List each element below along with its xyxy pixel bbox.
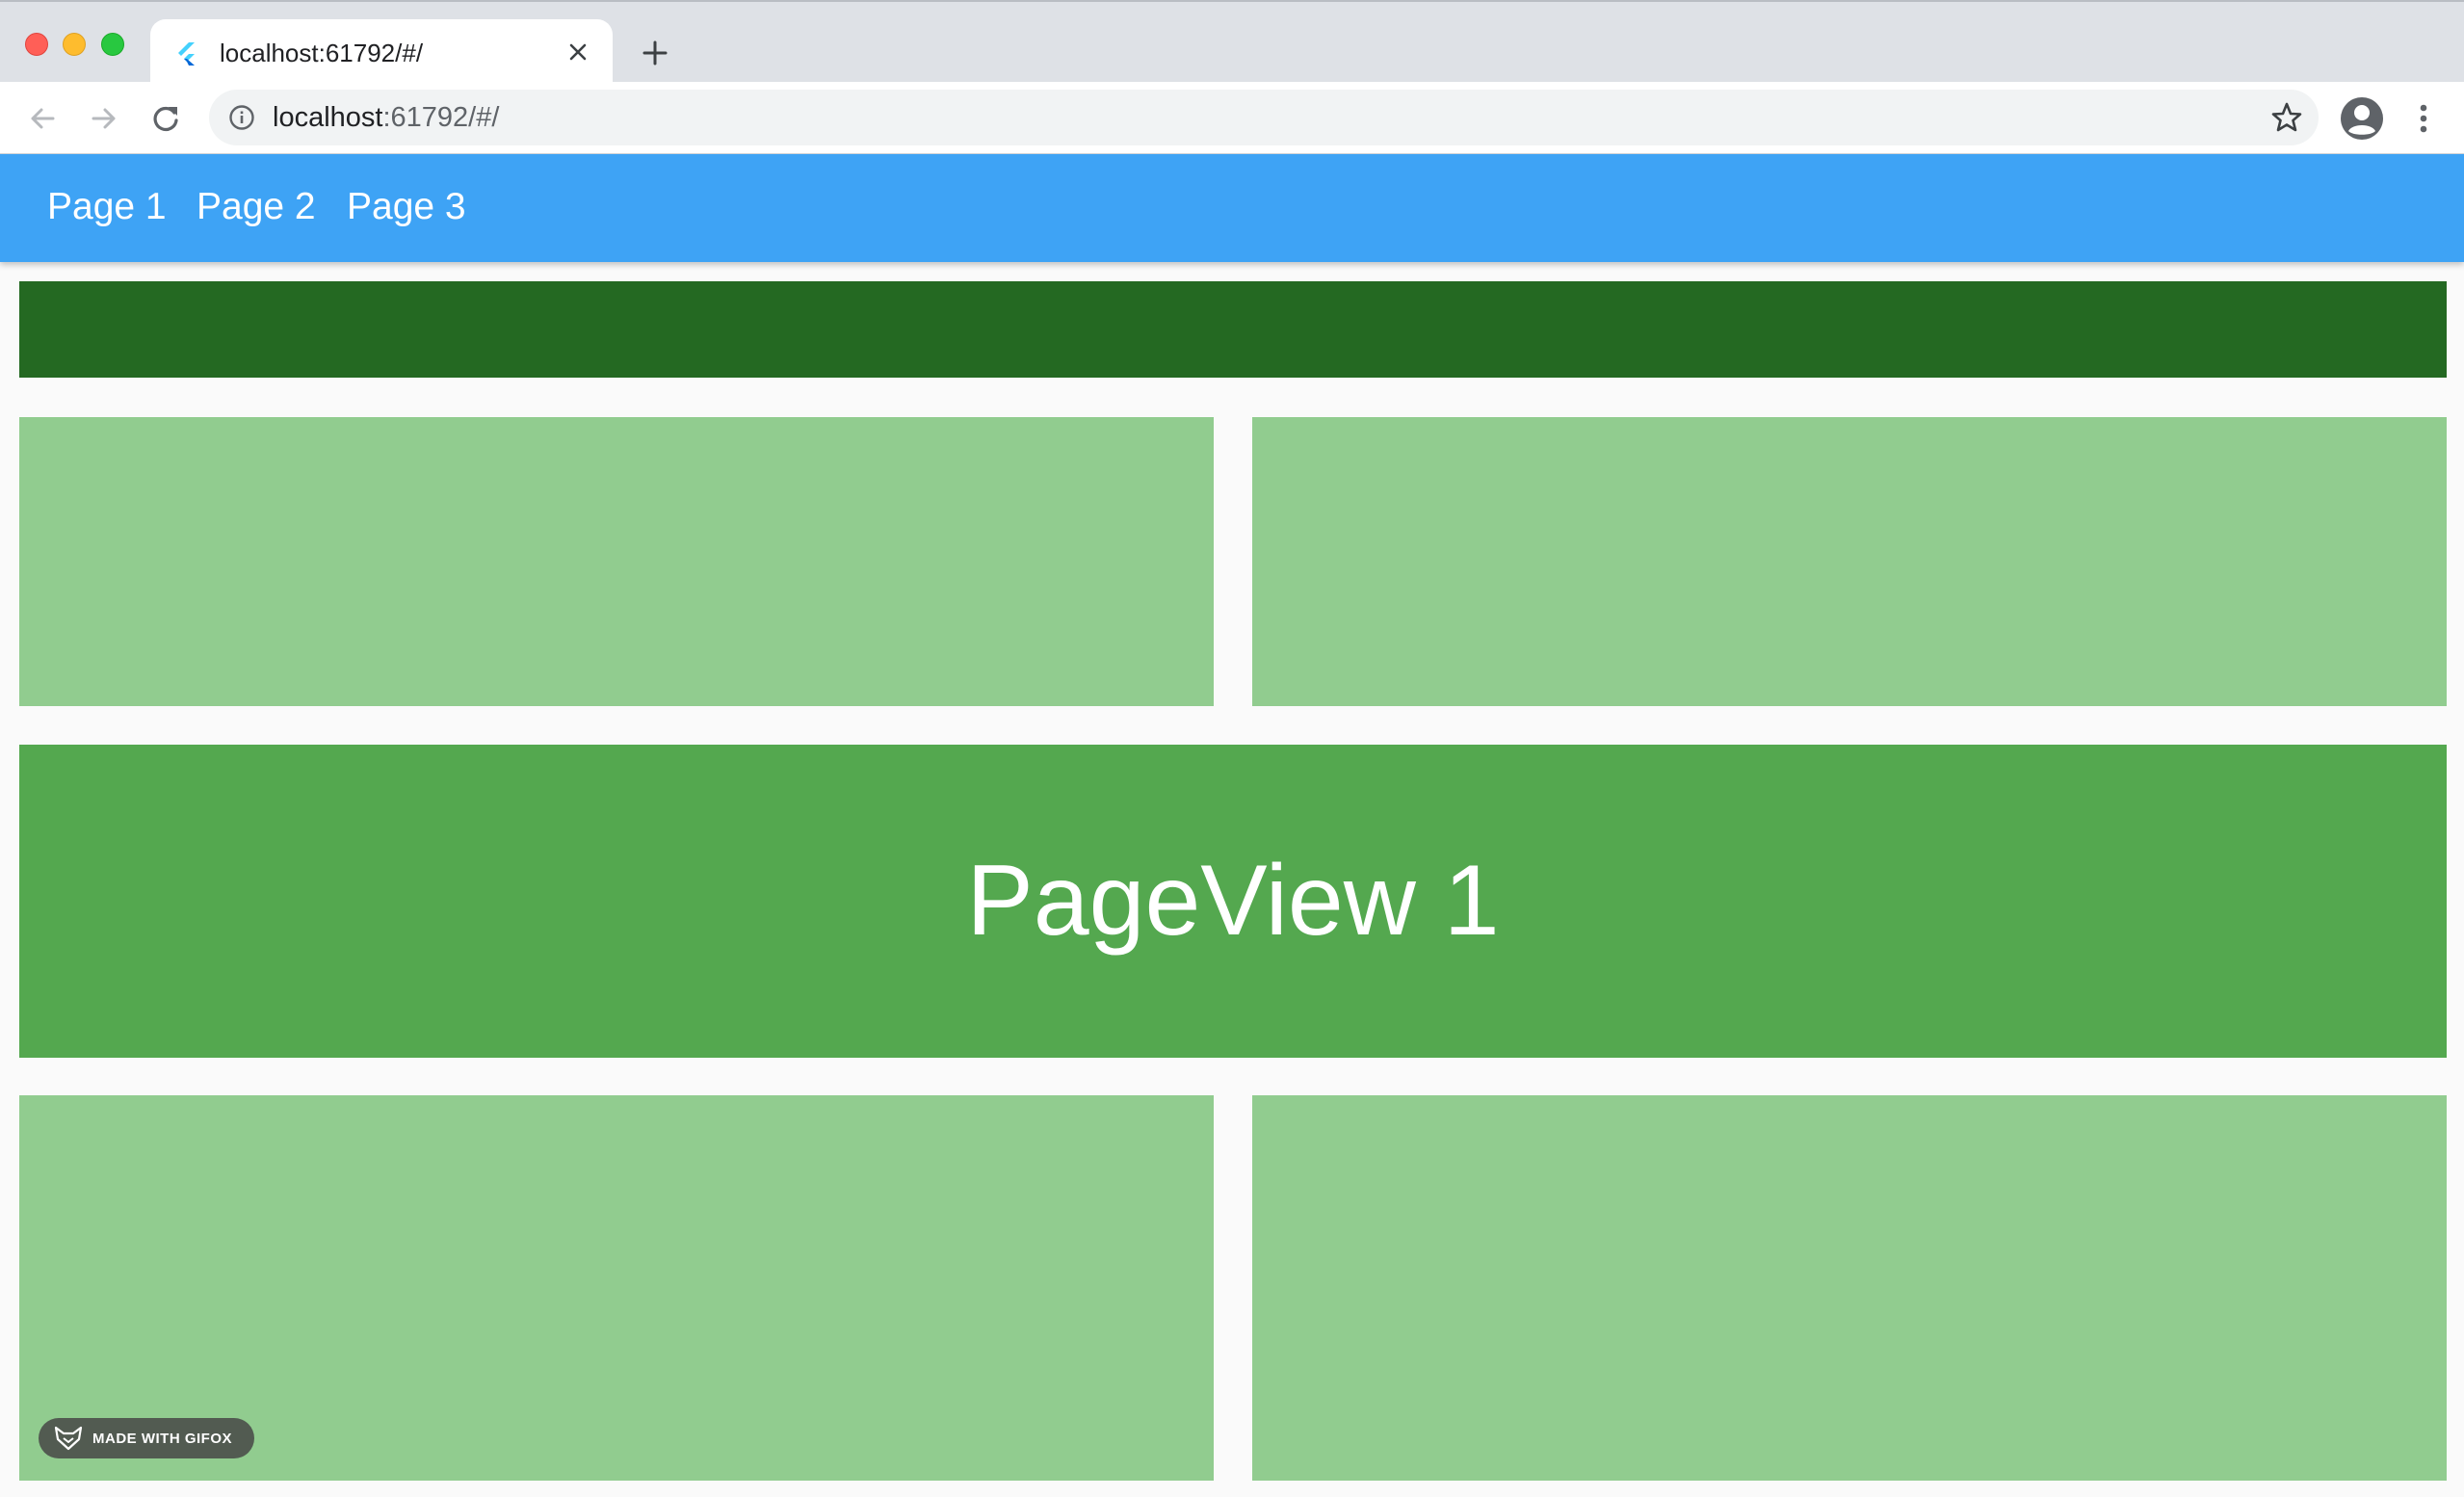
header-banner [19, 281, 2447, 378]
browser-tab-active[interactable]: localhost:61792/#/ [150, 19, 613, 86]
gifox-watermark: MADE WITH GIFOX [39, 1418, 254, 1458]
tab-page-2[interactable]: Page 2 [197, 186, 316, 228]
tab-title: localhost:61792/#/ [220, 39, 424, 67]
profile-avatar-icon[interactable] [2339, 95, 2385, 142]
page-view[interactable]: PageView 1 [19, 745, 2447, 1058]
back-arrow-icon[interactable] [21, 97, 64, 140]
browser-toolbar: localhost:61792/#/ [0, 82, 2464, 154]
url-path: :61792/#/ [382, 102, 500, 133]
new-tab-plus-icon[interactable] [636, 34, 674, 72]
window-close-button[interactable] [25, 33, 48, 56]
reload-icon[interactable] [144, 97, 187, 140]
info-icon[interactable] [228, 104, 255, 131]
app-viewport: Page 1 Page 2 Page 3 PageView 1 MADE WIT… [0, 154, 2464, 1497]
card-top-left [19, 417, 1214, 706]
forward-arrow-icon[interactable] [83, 97, 125, 140]
watermark-text: MADE WITH GIFOX [92, 1430, 232, 1447]
tab-page-3[interactable]: Page 3 [347, 186, 466, 228]
bookmark-star-icon[interactable] [2270, 101, 2303, 134]
fox-logo-icon [54, 1426, 83, 1451]
address-bar[interactable]: localhost:61792/#/ [209, 90, 2319, 145]
flutter-icon [178, 42, 195, 66]
kebab-menu-icon[interactable] [2408, 97, 2439, 140]
card-top-right [1252, 417, 2447, 706]
browser-tabstrip: localhost:61792/#/ [0, 0, 2464, 86]
page-view-label: PageView 1 [966, 845, 1500, 957]
window-zoom-button[interactable] [101, 33, 124, 56]
app-bar: Page 1 Page 2 Page 3 [0, 154, 2464, 262]
window-minimize-button[interactable] [63, 33, 86, 56]
tab-page-1[interactable]: Page 1 [47, 186, 167, 228]
url-host: localhost [273, 102, 383, 133]
close-tab-icon[interactable] [561, 35, 595, 69]
url-text[interactable]: localhost:61792/#/ [273, 102, 499, 134]
card-bottom-right [1252, 1095, 2447, 1481]
